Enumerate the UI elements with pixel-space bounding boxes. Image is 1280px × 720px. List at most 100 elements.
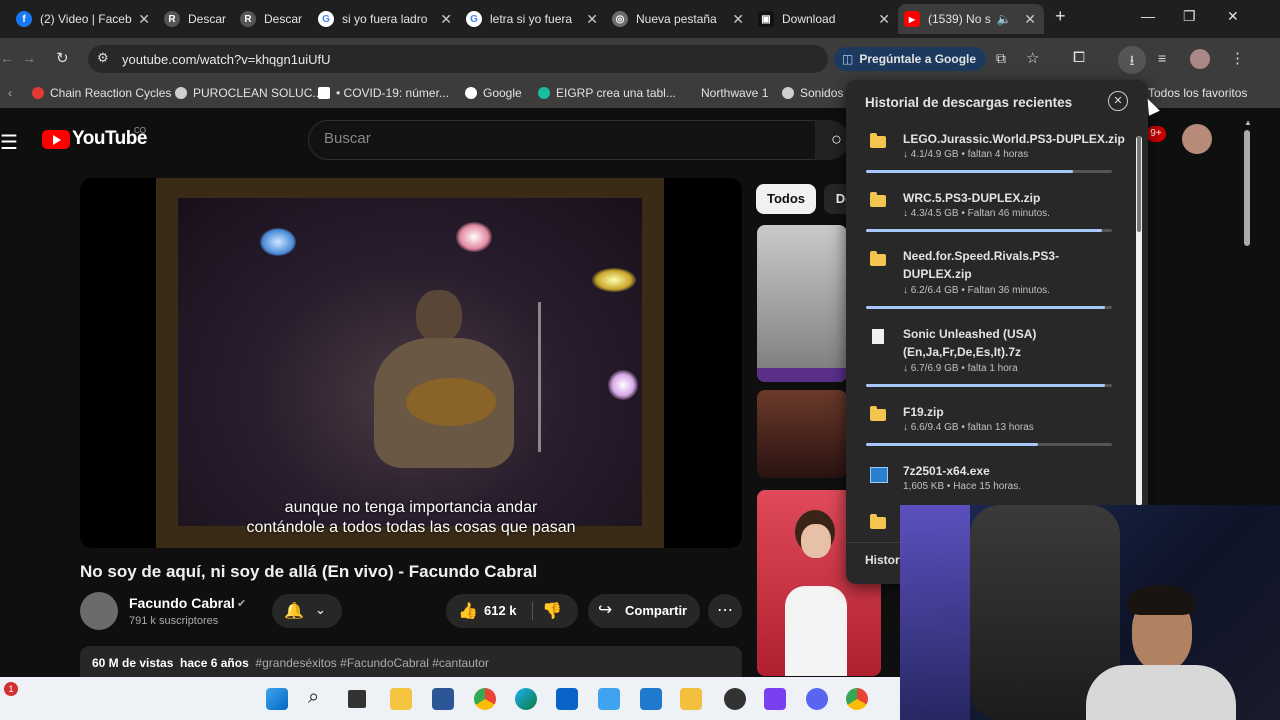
tab-label: letra si yo fuera xyxy=(490,12,573,26)
full-history-link[interactable]: Histor xyxy=(865,553,900,567)
windows-start-icon[interactable] xyxy=(266,688,288,710)
apps-icon[interactable]: ‹ xyxy=(8,86,12,100)
bookmark-label: Google xyxy=(483,86,522,100)
task-view-icon[interactable] xyxy=(348,690,366,708)
download-name: F19.zip xyxy=(903,405,944,419)
notifications-badge[interactable]: 9+ xyxy=(1146,126,1166,142)
person-body xyxy=(785,586,847,676)
tab-youtube-active[interactable]: ▶ (1539) No s 🔈 ✕ xyxy=(898,4,1044,34)
new-tab-button[interactable]: + xyxy=(1055,6,1066,27)
maximize-button[interactable]: ❐ xyxy=(1183,8,1196,25)
download-status: ↓ 4.3/4.5 GB • Faltan 46 minutos. xyxy=(903,208,1050,219)
channel-avatar[interactable] xyxy=(80,592,118,630)
bookmark-puroclean[interactable]: PUROCLEAN SOLUC... xyxy=(175,86,322,100)
site-info-icon[interactable]: ⚙ xyxy=(97,50,109,66)
share-button[interactable]: ↪ Compartir xyxy=(588,594,700,628)
tab-strip: f (2) Video | Faceb ✕ R Descar R Descar … xyxy=(0,0,1280,38)
app-red-icon[interactable] xyxy=(724,688,746,710)
more-actions-icon[interactable]: ⋯ xyxy=(708,594,742,628)
globe-icon xyxy=(782,87,794,99)
hashtags[interactable]: #grandeséxitos #FacundoCabral #cantautor xyxy=(255,656,488,670)
app-purple-icon[interactable] xyxy=(764,688,786,710)
bookmark-sonidos[interactable]: Sonidos xyxy=(782,86,843,100)
reload-icon[interactable]: ↻ xyxy=(56,49,69,67)
search-input-placeholder[interactable]: Buscar xyxy=(324,130,371,147)
menu-kebab-icon[interactable]: ⋮ xyxy=(1230,49,1245,67)
close-icon[interactable]: ✕ xyxy=(1024,11,1036,28)
store-icon[interactable] xyxy=(432,688,454,710)
ask-google-button[interactable]: ◫ Pregúntale a Google xyxy=(834,47,986,71)
bookmark-covid[interactable]: • COVID-19: númer... xyxy=(318,86,449,100)
bookmark-google[interactable]: Google xyxy=(465,86,522,100)
edge-icon[interactable] xyxy=(515,688,537,710)
recommended-thumbnail-1[interactable] xyxy=(757,225,847,382)
tab-new-tab[interactable]: ◎ Nueva pestaña ✕ xyxy=(606,4,752,34)
bookmark-eigrp[interactable]: EIGRP crea una tabl... xyxy=(538,86,676,100)
media-control-icon[interactable]: ≡ xyxy=(1158,50,1166,66)
tab-descargas-1[interactable]: R Descar xyxy=(158,4,234,34)
thumbs-down-icon[interactable]: 👎 xyxy=(542,601,562,621)
search-icon[interactable]: ⌕ xyxy=(308,686,319,709)
chrome-2-icon[interactable] xyxy=(846,688,868,710)
like-button[interactable]: 👍 612 k xyxy=(446,594,532,628)
bookmark-star-icon[interactable]: ☆ xyxy=(1026,49,1039,67)
close-icon[interactable]: ✕ xyxy=(732,11,744,28)
close-icon[interactable]: ✕ xyxy=(878,11,890,28)
extensions-icon[interactable]: ⧠ xyxy=(1073,49,1085,66)
tab-google-search-2[interactable]: G letra si yo fuera ✕ xyxy=(460,4,606,34)
downloads-toolbar-icon[interactable]: ⭳ xyxy=(1118,46,1146,74)
minimize-button[interactable]: — xyxy=(1141,8,1155,24)
close-icon[interactable]: ✕ xyxy=(138,11,150,28)
tab-download[interactable]: ▣ Download ✕ xyxy=(752,4,898,34)
close-icon[interactable]: ✕ xyxy=(440,11,452,28)
user-avatar[interactable] xyxy=(1182,124,1212,154)
outlook-icon[interactable] xyxy=(556,688,578,710)
bookmark-chain-reaction[interactable]: Chain Reaction Cycles xyxy=(32,86,171,100)
app-yellow-icon[interactable] xyxy=(680,688,702,710)
search-button[interactable]: ○ xyxy=(815,120,849,160)
concert-video-frame xyxy=(178,198,642,526)
url-text[interactable]: youtube.com/watch?v=khqgn1uiUfU xyxy=(122,52,330,67)
progress-fill xyxy=(866,306,1105,309)
page-scrollbar[interactable]: ▲ xyxy=(1244,118,1252,246)
all-bookmarks[interactable]: Todos los favoritos xyxy=(1148,86,1247,100)
cast-icon[interactable]: ⧉ xyxy=(996,50,1006,67)
forward-arrow-icon[interactable]: → xyxy=(22,50,36,66)
tab-facebook[interactable]: f (2) Video | Faceb ✕ xyxy=(10,4,158,34)
bookmark-northwave[interactable]: Northwave 1 xyxy=(683,86,768,100)
all-bookmarks-label: Todos los favoritos xyxy=(1148,86,1248,100)
recommended-thumbnail-2[interactable] xyxy=(757,390,847,478)
close-window-button[interactable]: ✕ xyxy=(1227,8,1239,25)
exe-icon xyxy=(870,467,888,483)
stage-light-white xyxy=(608,370,638,400)
profile-avatar[interactable] xyxy=(1190,49,1210,69)
tab-descargas-2[interactable]: R Descar xyxy=(234,4,312,34)
close-icon[interactable]: ✕ xyxy=(586,11,598,28)
tab-google-search-1[interactable]: G si yo fuera ladro ✕ xyxy=(312,4,460,34)
file-explorer-icon[interactable] xyxy=(390,688,412,710)
video-player[interactable]: aunque no tenga importancia andar contán… xyxy=(80,178,742,548)
scrollbar-thumb[interactable] xyxy=(1137,136,1141,232)
back-arrow-icon[interactable]: ← xyxy=(0,50,14,66)
stage-light-pink xyxy=(456,222,492,252)
bookmark-label: EIGRP crea una tabl... xyxy=(556,86,676,100)
subscriber-count: 791 k suscriptores xyxy=(129,615,219,627)
hamburger-menu-icon[interactable]: ☰ xyxy=(0,130,18,155)
bookmark-icon xyxy=(538,87,550,99)
youtube-logo-icon[interactable] xyxy=(42,130,70,149)
chip-todos[interactable]: Todos xyxy=(756,184,816,214)
channel-name[interactable]: Facundo Cabral xyxy=(129,595,235,611)
discord-icon[interactable] xyxy=(806,688,828,710)
download-progress xyxy=(866,384,1112,387)
tab-label: Nueva pestaña xyxy=(636,12,717,26)
subscribe-bell-button[interactable]: 🔔 ⌄ xyxy=(272,594,342,628)
notification-badge[interactable]: 1 xyxy=(4,682,18,696)
chrome-icon[interactable] xyxy=(474,688,496,710)
audio-playing-icon[interactable]: 🔈 xyxy=(997,12,1012,26)
file-icon xyxy=(872,329,884,344)
close-panel-icon[interactable]: ✕ xyxy=(1108,91,1128,111)
vscode-icon[interactable] xyxy=(640,688,662,710)
downloads-scrollbar[interactable] xyxy=(1136,136,1142,506)
search-input-box[interactable] xyxy=(308,120,816,160)
app-blue-icon[interactable] xyxy=(598,688,620,710)
